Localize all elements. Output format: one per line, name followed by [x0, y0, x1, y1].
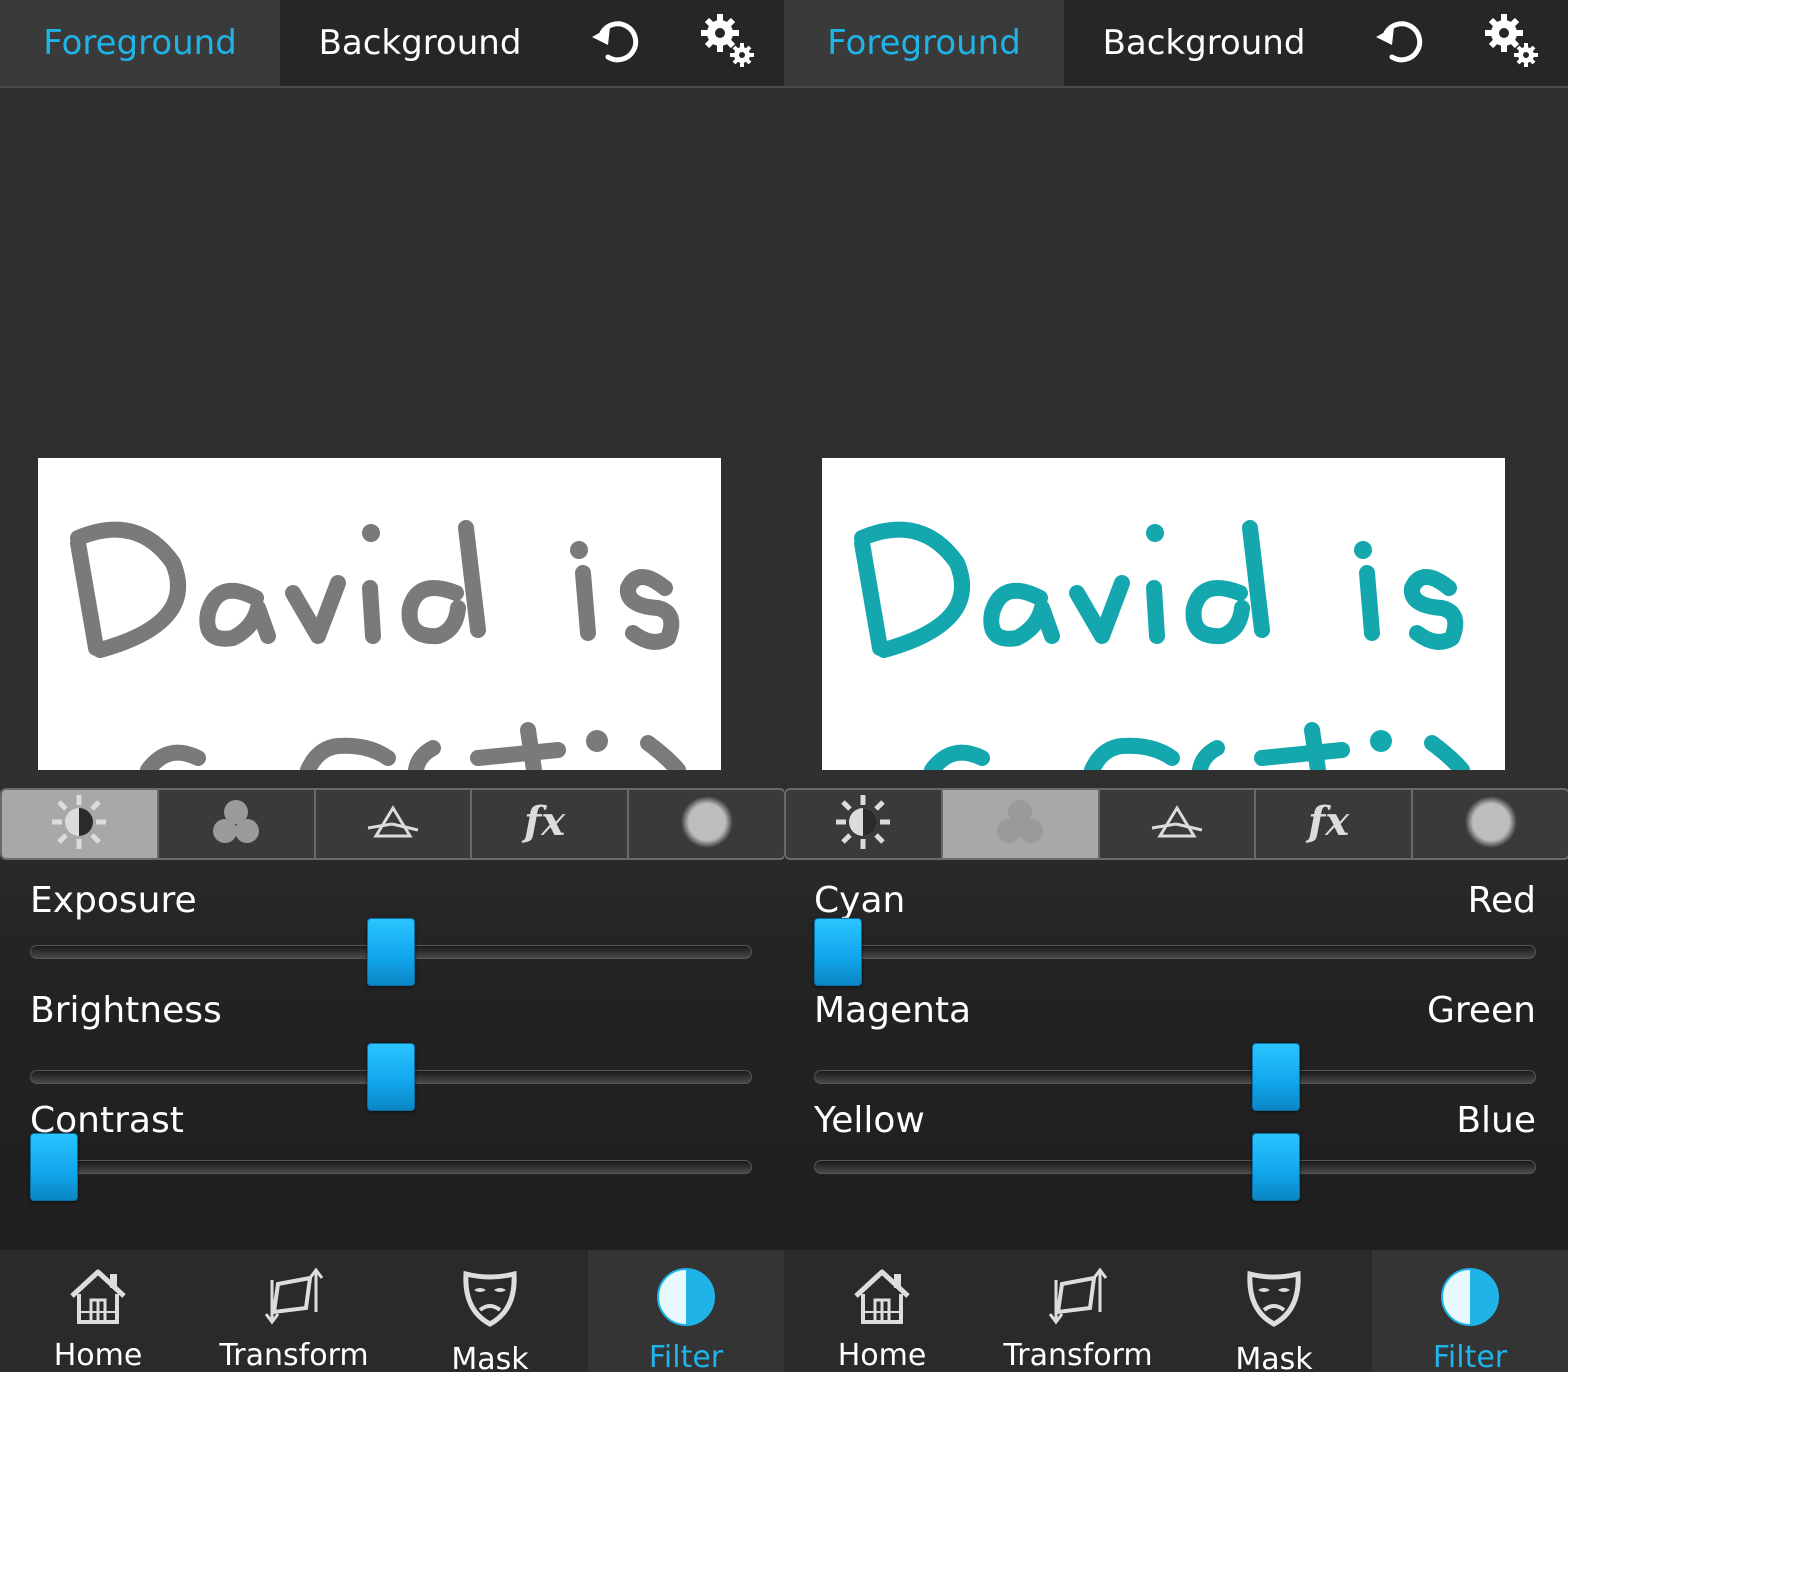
svg-text:fx: fx: [521, 798, 566, 845]
slider-row: Magenta Green: [814, 990, 1536, 1111]
screens: Foreground Background fx Exposure Brightness…: [0, 0, 1568, 1372]
category-tab-light[interactable]: [2, 790, 159, 858]
category-tab-prism[interactable]: [1100, 790, 1257, 858]
color-icon: [993, 797, 1047, 851]
slider-label: Exposure: [30, 880, 197, 921]
light-icon: [50, 793, 108, 855]
settings-icon: [1482, 11, 1542, 75]
bottom-nav: Home Transform Mask Filter: [0, 1250, 784, 1372]
svg-text:fx: fx: [1305, 798, 1350, 845]
nav-label: Mask: [1235, 1342, 1313, 1372]
settings-icon: [698, 11, 758, 75]
slider-right-label: Red: [1467, 880, 1536, 921]
home-icon: [66, 1266, 130, 1326]
fx-icon: fx: [520, 797, 580, 851]
category-tab-color[interactable]: [159, 790, 316, 858]
transform-icon: [1046, 1266, 1110, 1326]
slider-track[interactable]: [814, 1070, 1536, 1084]
image-canvas[interactable]: [784, 88, 1568, 770]
slider-thumb[interactable]: [814, 918, 862, 986]
slider-row: Exposure: [30, 880, 752, 990]
transform-icon: [262, 1266, 326, 1326]
slider-track[interactable]: [814, 945, 1536, 959]
slider-right-label: Blue: [1456, 1100, 1536, 1141]
nav-transform[interactable]: Transform: [980, 1250, 1176, 1372]
undo-button[interactable]: [1344, 0, 1456, 86]
tab-foreground[interactable]: Foreground: [0, 0, 280, 86]
image-canvas[interactable]: [0, 88, 784, 770]
category-tab-fx[interactable]: fx: [472, 790, 630, 858]
screen-right: Foreground Background fx Cyan Red Magenta Gree…: [784, 0, 1568, 1372]
slider-row: Brightness: [30, 990, 752, 1111]
slider-label: Cyan: [814, 880, 906, 921]
slider-label: Yellow: [814, 1100, 925, 1141]
filter-category-tabs: fx: [784, 788, 1568, 860]
nav-mask[interactable]: Mask: [392, 1250, 588, 1372]
slider-label: Magenta: [814, 990, 972, 1031]
tab-foreground[interactable]: Foreground: [784, 0, 1064, 86]
slider-label: Brightness: [30, 990, 222, 1031]
slider-row: Yellow Blue: [814, 1100, 1536, 1210]
home-icon: [850, 1266, 914, 1326]
slider-track[interactable]: [814, 1160, 1536, 1174]
category-tab-prism[interactable]: [316, 790, 473, 858]
settings-button[interactable]: [1456, 0, 1568, 86]
undo-icon: [1372, 13, 1428, 73]
nav-label: Mask: [451, 1342, 529, 1372]
tab-background[interactable]: Background: [1064, 0, 1344, 86]
category-tab-blur[interactable]: [629, 790, 784, 858]
nav-home[interactable]: Home: [0, 1250, 196, 1372]
top-bar: Foreground Background: [0, 0, 784, 88]
category-tab-light[interactable]: [786, 790, 943, 858]
filter-panel: fx Cyan Red Magenta Green Yellow Blue: [784, 770, 1568, 1250]
filter-panel: fx Exposure Brightness Contrast: [0, 770, 784, 1250]
slider-row: Contrast: [30, 1100, 752, 1210]
slider-thumb[interactable]: [367, 918, 415, 986]
prism-icon: [1150, 802, 1204, 846]
blur-icon: [1464, 795, 1518, 853]
color-icon: [209, 797, 263, 851]
filter-category-tabs: fx: [0, 788, 784, 860]
category-tab-fx[interactable]: fx: [1256, 790, 1414, 858]
nav-label: Filter: [1432, 1340, 1508, 1372]
undo-icon: [588, 13, 644, 73]
slider-thumb[interactable]: [30, 1133, 78, 1201]
photo-preview: [38, 458, 721, 770]
nav-label: Home: [837, 1338, 927, 1372]
fx-icon: fx: [1304, 797, 1364, 851]
mask-icon: [1242, 1266, 1306, 1330]
category-tab-blur[interactable]: [1413, 790, 1568, 858]
photo-preview: [822, 458, 1505, 770]
light-icon: [834, 793, 892, 855]
nav-filter[interactable]: Filter: [588, 1250, 784, 1372]
nav-label: Transform: [1003, 1338, 1153, 1372]
slider-row: Cyan Red: [814, 880, 1536, 990]
slider-thumb[interactable]: [1252, 1133, 1300, 1201]
top-bar: Foreground Background: [784, 0, 1568, 88]
nav-home[interactable]: Home: [784, 1250, 980, 1372]
mask-icon: [458, 1266, 522, 1330]
slider-right-label: Green: [1426, 990, 1536, 1031]
nav-mask[interactable]: Mask: [1176, 1250, 1372, 1372]
filter-icon: [1439, 1266, 1501, 1328]
nav-transform[interactable]: Transform: [196, 1250, 392, 1372]
slider-track[interactable]: [30, 1160, 752, 1174]
undo-button[interactable]: [560, 0, 672, 86]
filter-icon: [655, 1266, 717, 1328]
bottom-nav: Home Transform Mask Filter: [784, 1250, 1568, 1372]
settings-button[interactable]: [672, 0, 784, 86]
nav-label: Transform: [219, 1338, 369, 1372]
nav-label: Home: [53, 1338, 143, 1372]
nav-label: Filter: [648, 1340, 724, 1372]
tab-background[interactable]: Background: [280, 0, 560, 86]
prism-icon: [366, 802, 420, 846]
category-tab-color[interactable]: [942, 790, 1100, 858]
blur-icon: [680, 795, 734, 853]
screen-left: Foreground Background fx Exposure Brightness…: [0, 0, 784, 1372]
nav-filter[interactable]: Filter: [1372, 1250, 1568, 1372]
